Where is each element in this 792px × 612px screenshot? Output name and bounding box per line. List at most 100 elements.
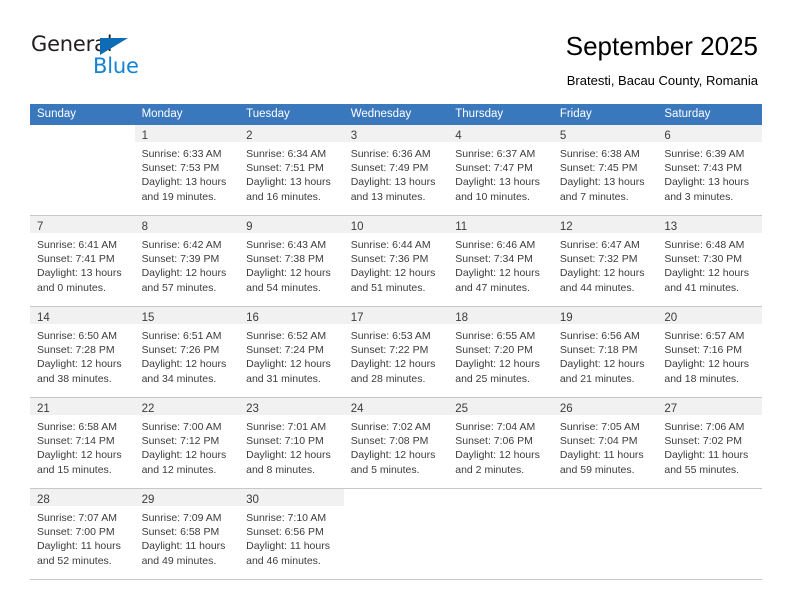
day-info: Sunrise: 7:01 AM Sunset: 7:10 PM Daylight:… [239, 415, 344, 477]
daylight-text-line1: Daylight: 11 hours [559, 449, 644, 462]
sunset-text: Sunset: 7:45 PM [559, 162, 638, 175]
calendar-cell[interactable]: 20 Sunrise: 6:57 AM Sunset: 7:16 PM Dayligh… [657, 306, 762, 398]
day-info: Sunrise: 6:38 AM Sunset: 7:45 PM Daylight:… [553, 142, 658, 204]
calendar-cell[interactable]: 11 Sunrise: 6:46 AM Sunset: 7:34 PM Dayligh… [448, 215, 553, 307]
day-number: 21 [37, 403, 50, 415]
daylight-text-line1: Daylight: 12 hours [350, 267, 436, 280]
sunset-text: Sunset: 7:41 PM [37, 253, 115, 266]
day-info: Sunrise: 7:04 AM Sunset: 7:06 PM Daylight:… [448, 415, 553, 477]
day-cell-12: 12 Sunrise: 6:47 AM Sunset: 7:32 PM Dayligh… [552, 216, 658, 306]
day-number-band: 19 [552, 307, 658, 324]
day-cell-14: 14 Sunrise: 6:50 AM Sunset: 7:28 PM Dayligh… [30, 307, 135, 397]
day-info: Sunrise: 6:41 AM Sunset: 7:41 PM Daylight:… [30, 233, 135, 295]
calendar-week-row: 1 Sunrise: 6:33 AM Sunset: 7:53 PM Daylight… [30, 124, 762, 216]
calendar-cell[interactable]: 25 Sunrise: 7:04 AM Sunset: 7:06 PM Dayligh… [448, 397, 553, 489]
weekday-header-sunday: Sunday [30, 104, 135, 125]
calendar-cell[interactable]: 2 Sunrise: 6:34 AM Sunset: 7:51 PM Daylight… [239, 124, 344, 216]
calendar-cell[interactable]: 8 Sunrise: 6:42 AM Sunset: 7:39 PM Daylight… [134, 215, 240, 307]
daylight-text-line2: and 46 minutes. [246, 554, 321, 567]
day-info: Sunrise: 6:57 AM Sunset: 7:16 PM Daylight:… [657, 324, 762, 386]
day-number-band: 8 [134, 216, 240, 233]
sunrise-text: Sunrise: 6:46 AM [455, 239, 536, 251]
calendar-cell[interactable]: 4 Sunrise: 6:37 AM Sunset: 7:47 PM Daylight… [448, 124, 553, 216]
calendar-cell[interactable]: 16 Sunrise: 6:52 AM Sunset: 7:24 PM Dayligh… [239, 306, 344, 398]
day-cell-23: 23 Sunrise: 7:01 AM Sunset: 7:10 PM Dayligh… [239, 398, 344, 488]
day-cell-10: 10 Sunrise: 6:44 AM Sunset: 7:36 PM Dayligh… [343, 216, 449, 306]
day-number: 26 [559, 403, 573, 415]
calendar-week-row: 14 Sunrise: 6:50 AM Sunset: 7:28 PM Dayligh… [30, 306, 762, 398]
day-number-band: 12 [552, 216, 658, 233]
calendar-cell[interactable]: 7 Sunrise: 6:41 AM Sunset: 7:41 PM Daylight… [30, 215, 135, 307]
day-cell-empty [30, 125, 135, 215]
daylight-text-line1: Daylight: 13 hours [350, 176, 436, 189]
sunset-text: Sunset: 7:39 PM [141, 253, 220, 266]
calendar-cell[interactable]: 22 Sunrise: 7:00 AM Sunset: 7:12 PM Dayligh… [134, 397, 240, 489]
sunset-text: Sunset: 7:02 PM [664, 435, 743, 448]
calendar-cell[interactable]: 26 Sunrise: 7:05 AM Sunset: 7:04 PM Dayligh… [552, 397, 658, 489]
calendar-week-row: 7 Sunrise: 6:41 AM Sunset: 7:41 PM Daylight… [30, 215, 762, 307]
calendar-cell[interactable] [30, 124, 135, 216]
day-number-band: 1 [134, 125, 240, 142]
calendar-cell[interactable]: 3 Sunrise: 6:36 AM Sunset: 7:49 PM Daylight… [343, 124, 449, 216]
daylight-text-line2: and 41 minutes. [664, 281, 740, 294]
sunrise-text: Sunrise: 7:06 AM [664, 421, 745, 433]
calendar-cell[interactable]: 21 Sunrise: 6:58 AM Sunset: 7:14 PM Dayligh… [30, 397, 135, 489]
calendar-cell[interactable] [343, 488, 449, 580]
calendar-cell[interactable] [657, 488, 762, 580]
day-number: 9 [246, 221, 253, 233]
general-blue-logo[interactable]: General Blue [31, 33, 231, 85]
calendar-cell[interactable]: 18 Sunrise: 6:55 AM Sunset: 7:20 PM Dayligh… [448, 306, 553, 398]
day-cell-empty [448, 489, 553, 579]
daylight-text-line1: Daylight: 12 hours [37, 449, 122, 462]
sunrise-text: Sunrise: 6:33 AM [141, 148, 222, 160]
day-number-band: 27 [657, 398, 762, 415]
day-number: 7 [37, 221, 44, 233]
calendar-cell[interactable]: 28 Sunrise: 7:07 AM Sunset: 7:00 PM Dayligh… [30, 488, 135, 580]
daylight-text-line1: Daylight: 12 hours [559, 358, 645, 371]
daylight-text-line1: Daylight: 12 hours [37, 358, 122, 371]
sunrise-text: Sunrise: 6:42 AM [141, 239, 222, 251]
sunset-text: Sunset: 7:30 PM [664, 253, 743, 266]
day-cell-25: 25 Sunrise: 7:04 AM Sunset: 7:06 PM Dayligh… [448, 398, 553, 488]
sunrise-text: Sunrise: 7:09 AM [141, 512, 222, 524]
calendar-cell[interactable]: 23 Sunrise: 7:01 AM Sunset: 7:10 PM Dayligh… [239, 397, 344, 489]
sunrise-text: Sunrise: 6:38 AM [559, 148, 640, 160]
day-number-band [553, 489, 658, 506]
calendar-cell[interactable]: 27 Sunrise: 7:06 AM Sunset: 7:02 PM Dayligh… [657, 397, 762, 489]
calendar-cell[interactable]: 12 Sunrise: 6:47 AM Sunset: 7:32 PM Dayligh… [552, 215, 658, 307]
daylight-text-line1: Daylight: 11 hours [141, 540, 226, 553]
day-cell-13: 13 Sunrise: 6:48 AM Sunset: 7:30 PM Dayligh… [657, 216, 762, 306]
day-number: 19 [559, 312, 573, 324]
calendar-cell[interactable]: 19 Sunrise: 6:56 AM Sunset: 7:18 PM Dayligh… [552, 306, 658, 398]
sunset-text: Sunset: 7:36 PM [350, 253, 429, 266]
sunrise-text: Sunrise: 7:07 AM [37, 512, 117, 524]
weekday-header-saturday: Saturday [657, 104, 762, 125]
daylight-text-line2: and 31 minutes. [246, 372, 321, 385]
calendar-body: 1 Sunrise: 6:33 AM Sunset: 7:53 PM Daylight… [30, 124, 762, 580]
daylight-text-line2: and 2 minutes. [455, 463, 525, 476]
calendar-cell[interactable]: 17 Sunrise: 6:53 AM Sunset: 7:22 PM Dayligh… [343, 306, 449, 398]
page-title: September 2025 [565, 31, 758, 61]
day-cell-9: 9 Sunrise: 6:43 AM Sunset: 7:38 PM Daylight… [239, 216, 344, 306]
calendar-cell[interactable]: 13 Sunrise: 6:48 AM Sunset: 7:30 PM Dayligh… [657, 215, 762, 307]
calendar-cell[interactable]: 30 Sunrise: 7:10 AM Sunset: 6:56 PM Dayligh… [239, 488, 344, 580]
calendar-cell[interactable] [448, 488, 553, 580]
daylight-text-line2: and 21 minutes. [559, 372, 635, 385]
calendar-cell[interactable] [552, 488, 658, 580]
calendar-cell[interactable]: 14 Sunrise: 6:50 AM Sunset: 7:28 PM Dayligh… [30, 306, 135, 398]
day-number: 28 [37, 494, 50, 506]
day-number: 1 [141, 130, 148, 142]
day-info [657, 506, 762, 511]
day-number-band: 25 [448, 398, 553, 415]
calendar-cell[interactable]: 24 Sunrise: 7:02 AM Sunset: 7:08 PM Dayligh… [343, 397, 449, 489]
calendar-cell[interactable]: 5 Sunrise: 6:38 AM Sunset: 7:45 PM Daylight… [552, 124, 658, 216]
calendar-cell[interactable]: 15 Sunrise: 6:51 AM Sunset: 7:26 PM Dayligh… [134, 306, 240, 398]
calendar-cell[interactable]: 29 Sunrise: 7:09 AM Sunset: 6:58 PM Dayligh… [134, 488, 240, 580]
day-info: Sunrise: 7:10 AM Sunset: 6:56 PM Daylight:… [239, 506, 344, 568]
day-cell-18: 18 Sunrise: 6:55 AM Sunset: 7:20 PM Dayligh… [448, 307, 553, 397]
calendar-cell[interactable]: 6 Sunrise: 6:39 AM Sunset: 7:43 PM Daylight… [657, 124, 762, 216]
day-number-band: 3 [343, 125, 449, 142]
calendar-cell[interactable]: 1 Sunrise: 6:33 AM Sunset: 7:53 PM Daylight… [134, 124, 240, 216]
calendar-cell[interactable]: 9 Sunrise: 6:43 AM Sunset: 7:38 PM Daylight… [239, 215, 344, 307]
calendar-cell[interactable]: 10 Sunrise: 6:44 AM Sunset: 7:36 PM Dayligh… [343, 215, 449, 307]
